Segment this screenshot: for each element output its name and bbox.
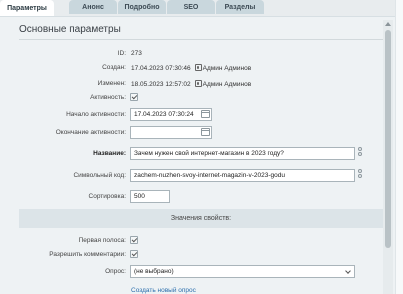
properties-header: Значения свойств: [19, 209, 383, 228]
active-from-input[interactable]: 17.04.2023 07:30:24 [130, 108, 212, 121]
poll-label: Опрос: [105, 268, 126, 275]
allow-comments-label: Разрешить комментарии: [49, 251, 126, 258]
name-input[interactable]: Зачем нужен свой интернет-магазин в 2023… [130, 147, 355, 160]
edit-icon[interactable] [357, 147, 362, 158]
created-label: Создан: [102, 64, 126, 71]
id-label: ID: [117, 50, 126, 57]
created-user[interactable]: Админ Админов [203, 65, 252, 72]
user-icon [194, 64, 202, 71]
section-title: Основные параметры [19, 24, 121, 35]
calendar-icon[interactable] [201, 128, 210, 136]
modified-user[interactable]: Админ Админов [203, 81, 252, 88]
sort-label: Сортировка: [88, 193, 126, 200]
scroll-thumb[interactable] [385, 30, 391, 248]
poll-select-value: (не выбрано) [134, 268, 174, 275]
tab-sections[interactable]: Разделы [216, 0, 264, 14]
divider [19, 39, 383, 40]
active-to-input[interactable] [130, 126, 212, 139]
code-input[interactable]: zachem-nuzhen-svoy-internet-magazin-v-20… [130, 169, 355, 182]
name-label: Название: [93, 150, 126, 157]
active-checkbox[interactable] [130, 93, 138, 101]
tab-details[interactable]: Подробно [118, 0, 166, 14]
tab-bar: Параметры Анонс Подробно SEO Разделы [0, 0, 403, 16]
scrollbar[interactable] [383, 20, 393, 294]
window-edge [395, 0, 403, 294]
tab-seo[interactable]: SEO [167, 0, 215, 14]
created-value: 17.04.2023 07:30:46 Админ Админов [131, 64, 251, 72]
allow-comments-checkbox[interactable] [130, 250, 138, 258]
tab-announce[interactable]: Анонс [69, 0, 117, 14]
first-strip-checkbox[interactable] [130, 236, 138, 244]
modified-date: 18.05.2023 12:57:02 [131, 81, 191, 88]
create-poll-link[interactable]: Создать новый опрос [131, 287, 196, 294]
active-from-label: Начало активности: [66, 111, 126, 118]
active-label: Активность: [90, 94, 126, 101]
active-to-label: Окончание активности: [55, 129, 126, 136]
sort-input[interactable]: 500 [130, 190, 170, 203]
code-label: Символьный код: [73, 172, 126, 179]
id-value: 273 [131, 50, 142, 57]
tab-parameters[interactable]: Параметры [0, 0, 54, 16]
modified-value: 18.05.2023 12:57:02 Админ Админов [131, 80, 251, 88]
created-date: 17.04.2023 07:30:46 [131, 65, 191, 72]
chevron-down-icon [345, 268, 351, 274]
modified-label: Изменен: [97, 80, 126, 87]
first-strip-label: Первая полоса: [78, 237, 126, 244]
scroll-up-icon[interactable] [385, 22, 391, 26]
edit-icon[interactable] [357, 169, 362, 180]
calendar-icon[interactable] [201, 110, 210, 118]
user-icon [194, 80, 202, 87]
poll-select[interactable]: (не выбрано) [130, 265, 355, 278]
